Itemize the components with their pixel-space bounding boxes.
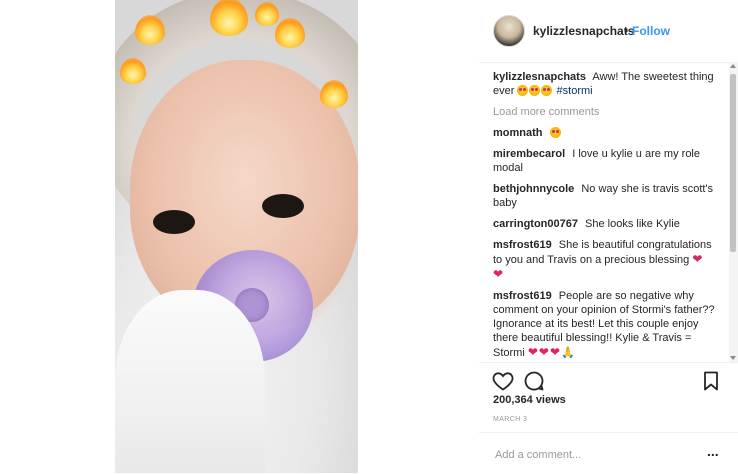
comments-scrollbar[interactable] — [729, 62, 738, 362]
heart-eyes-emoji-icon — [549, 127, 561, 138]
comment-text: She looks like Kylie — [585, 218, 680, 230]
page-background-left — [0, 0, 115, 473]
comment-username[interactable]: msfrost619 — [493, 290, 552, 302]
red-heart-emoji-icon: ❤ — [538, 345, 549, 359]
caption: kylizzlesnapchats Aww! The sweetest thin… — [493, 70, 719, 98]
separator-dot: • — [624, 24, 629, 38]
praying-hands-emoji-icon: 🙏 — [561, 347, 575, 359]
list-item: msfrost619 People are so negative why co… — [493, 289, 719, 360]
mitten — [115, 290, 265, 473]
comments-list[interactable]: kylizzlesnapchats Aww! The sweetest thin… — [493, 70, 719, 362]
scroll-down-arrow-icon[interactable] — [730, 356, 736, 360]
red-heart-emoji-icon: ❤ — [493, 267, 504, 281]
view-count: 200,364 views — [493, 394, 566, 406]
comment-username[interactable]: mirembecarol — [493, 148, 565, 160]
post-username[interactable]: kylizzlesnapchats — [533, 24, 634, 38]
comment-bubble-icon[interactable] — [522, 369, 546, 393]
right-eye — [262, 194, 304, 218]
heart-icon[interactable] — [491, 369, 515, 393]
heart-eyes-emoji-icon — [541, 85, 553, 96]
list-item: bethjohnnycole No way she is travis scot… — [493, 182, 719, 210]
caption-username[interactable]: kylizzlesnapchats — [493, 71, 586, 83]
scroll-up-arrow-icon[interactable] — [730, 64, 736, 68]
post-header: kylizzlesnapchats • Follow — [479, 0, 738, 63]
comment-username[interactable]: carrington00767 — [493, 218, 578, 230]
list-item: momnath — [493, 126, 719, 140]
red-heart-emoji-icon: ❤ — [549, 345, 561, 359]
post-video[interactable] — [115, 0, 358, 473]
post-date[interactable]: MARCH 3 — [493, 416, 527, 423]
heart-eyes-emoji-icon — [529, 85, 541, 96]
add-comment-input[interactable] — [493, 445, 697, 465]
list-item: carrington00767 She looks like Kylie — [493, 217, 719, 231]
more-options-icon[interactable]: ... — [707, 443, 719, 459]
red-heart-emoji-icon: ❤ — [692, 252, 703, 266]
heart-eyes-emoji-icon — [517, 85, 529, 96]
avatar[interactable] — [493, 15, 525, 47]
follow-button[interactable]: Follow — [632, 24, 670, 38]
scrollbar-thumb[interactable] — [730, 74, 736, 252]
post-sidebar: kylizzlesnapchats • Follow kylizzlesnapc… — [479, 0, 738, 473]
list-item: msfrost619 She is beautiful congratulati… — [493, 238, 719, 282]
comment-username[interactable]: bethjohnnycole — [493, 183, 574, 195]
comment-username[interactable]: momnath — [493, 127, 543, 139]
load-more-comments[interactable]: Load more comments — [493, 105, 719, 119]
add-comment-bar: ... — [479, 432, 738, 474]
hashtag-link[interactable]: #stormi — [557, 85, 593, 97]
left-eye — [153, 210, 195, 234]
red-heart-emoji-icon: ❤ — [527, 345, 538, 359]
bookmark-icon[interactable] — [699, 369, 723, 393]
comment-username[interactable]: msfrost619 — [493, 239, 552, 251]
list-item: mirembecarol I love u kylie u are my rol… — [493, 147, 719, 175]
